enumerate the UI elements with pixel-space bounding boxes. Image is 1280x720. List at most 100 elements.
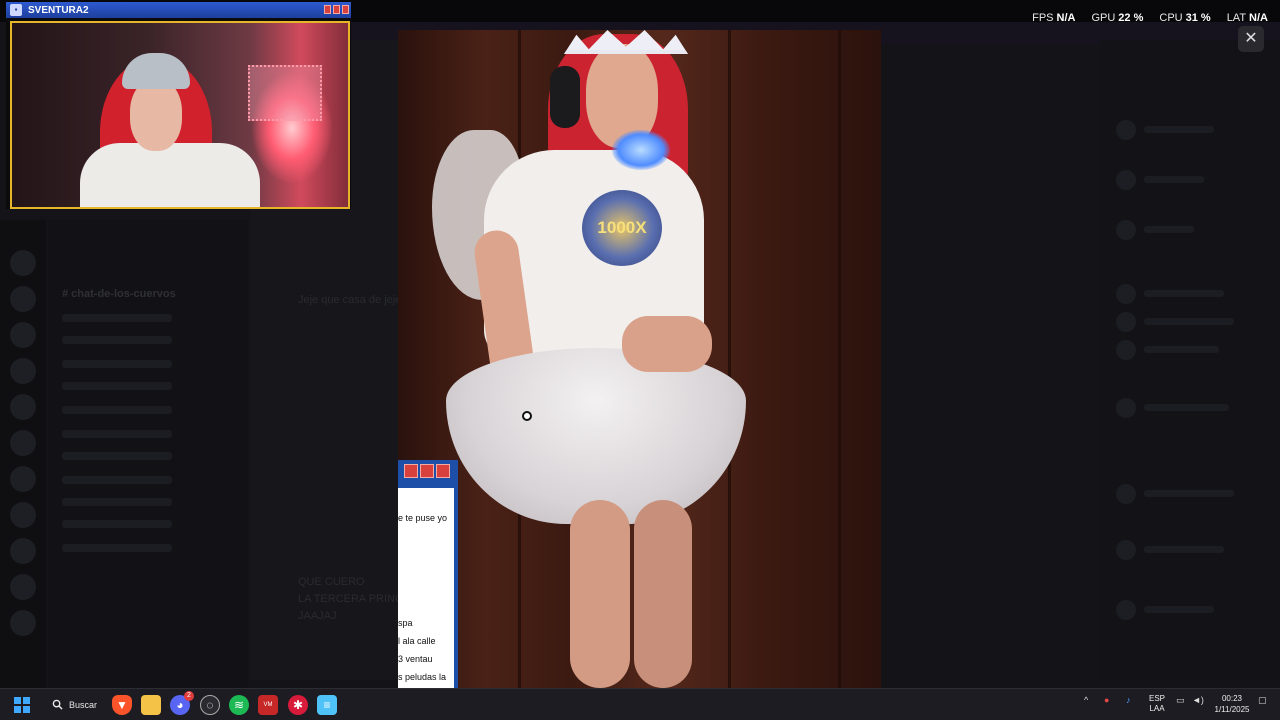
member-avatar (1116, 170, 1136, 190)
wardrobe-seam (728, 30, 731, 688)
brave-browser-icon[interactable]: ▼ (112, 695, 132, 715)
member-name (1144, 226, 1194, 233)
cpu-stat: CPU 31 % (1159, 12, 1211, 24)
chat-popup-body: e te puse yo spa l ala calle 3 ventau s … (398, 488, 454, 688)
search-icon (52, 699, 63, 712)
close-button[interactable] (436, 464, 450, 478)
member-avatar (1116, 284, 1136, 304)
server-icon (10, 466, 36, 492)
server-icon (10, 250, 36, 276)
clock-date: 1/11/2025 (1214, 705, 1250, 714)
maximize-button[interactable] (333, 5, 340, 14)
channel-item (62, 452, 172, 460)
performance-overlay: FPS N/A GPU 22 % CPU 31 % LAT N/A (1032, 12, 1268, 24)
webcam-titlebar[interactable]: ▪ SVENTURA2 (6, 2, 351, 18)
obs-studio-icon[interactable]: ◌ (200, 695, 220, 715)
notification-bell-icon[interactable]: ▢ (1258, 695, 1267, 706)
gpu-stat: GPU 22 % (1091, 12, 1144, 24)
server-list (0, 220, 46, 688)
close-viewer-button[interactable]: ✕ (1238, 26, 1264, 52)
member-name (1144, 490, 1234, 497)
server-icon (10, 358, 36, 384)
screen: # chat-de-los-cuervos Jeje que casa de j… (0, 0, 1280, 720)
clock[interactable]: 00:23 1/11/2025 (1210, 693, 1254, 715)
channel-title: # chat-de-los-cuervos (62, 288, 176, 300)
image-viewer[interactable]: 1000X (398, 30, 881, 688)
chat-message: Jeje que casa de jeje (298, 294, 402, 306)
person-face (130, 79, 182, 151)
chat-line: spa (398, 618, 413, 628)
channel-item (62, 382, 172, 390)
channel-item (62, 336, 172, 344)
channel-item (62, 360, 172, 368)
member-avatar (1116, 312, 1136, 332)
member-avatar (1116, 120, 1136, 140)
tray-app-icon[interactable]: ● (1104, 695, 1109, 705)
server-icon (10, 502, 36, 528)
search-label: Buscar (69, 700, 98, 710)
server-icon (10, 538, 36, 564)
channel-item (62, 430, 172, 438)
taskbar: Buscar ▼ ◕ 2 ◌ ≋ VM ✱ ≡ ^ ● ♪ ESP LAA ▭ ◄… (0, 688, 1280, 720)
maximize-button[interactable] (420, 464, 434, 478)
file-explorer-icon[interactable] (141, 695, 161, 715)
leg (634, 500, 692, 688)
microphone-icon[interactable]: ♪ (1126, 695, 1131, 705)
network-icon[interactable]: ▭ (1176, 695, 1185, 706)
wall-poster (248, 65, 322, 121)
chat-line: l ala calle (398, 636, 436, 646)
chevron-up-icon[interactable]: ^ (1084, 695, 1088, 705)
notepad-icon[interactable]: ≡ (317, 695, 337, 715)
server-icon (10, 394, 36, 420)
channel-item (62, 544, 172, 552)
server-icon (10, 430, 36, 456)
member-name (1144, 546, 1224, 553)
close-icon: ✕ (1244, 30, 1258, 47)
language-indicator[interactable]: ESP LAA (1146, 694, 1168, 714)
clock-time: 00:23 (1221, 694, 1243, 703)
headphones (550, 66, 580, 128)
webcam-window[interactable]: ▪ SVENTURA2 (6, 2, 351, 209)
member-avatar (1116, 540, 1136, 560)
badge-sign: 1000X (582, 190, 662, 266)
glowing-collar (612, 130, 670, 170)
chat-message: JAAJAJ (298, 610, 337, 622)
channel-item (62, 314, 172, 322)
member-name (1144, 606, 1214, 613)
webcam-feed (10, 21, 350, 209)
minimize-button[interactable] (324, 5, 331, 14)
fps-stat: FPS N/A (1032, 12, 1076, 24)
member-avatar (1116, 398, 1136, 418)
member-avatar (1116, 220, 1136, 240)
hands (622, 316, 712, 372)
member-name (1144, 176, 1204, 183)
server-icon (10, 610, 36, 636)
close-button[interactable] (342, 5, 349, 14)
voicemeeter-icon[interactable]: VM (258, 695, 278, 715)
keyboard-layout: LAA (1149, 704, 1165, 713)
notification-badge: 2 (184, 691, 194, 701)
channel-item (62, 498, 172, 506)
windows-start-icon[interactable] (12, 695, 32, 715)
chat-message: LA TERCERA PRINC (298, 593, 403, 605)
webcam-window-title: SVENTURA2 (28, 4, 89, 16)
wardrobe-seam (838, 30, 841, 688)
chat-popup-window[interactable]: e te puse yo spa l ala calle 3 ventau s … (398, 460, 458, 688)
zoom-cursor-icon (522, 411, 532, 421)
app-icon: ▪ (10, 4, 22, 16)
member-name (1144, 290, 1224, 297)
minimize-button[interactable] (404, 464, 418, 478)
member-name (1144, 126, 1214, 133)
chat-popup-titlebar[interactable] (398, 464, 458, 486)
language-code: ESP (1148, 694, 1165, 703)
spotify-icon[interactable]: ≋ (229, 695, 249, 715)
channel-item (62, 406, 172, 414)
member-avatar (1116, 600, 1136, 620)
discord-icon[interactable]: ◕ 2 (170, 691, 194, 715)
member-avatar (1116, 484, 1136, 504)
taskbar-search[interactable]: Buscar (44, 695, 105, 715)
leg (570, 500, 630, 688)
streamlabs-icon[interactable]: ✱ (288, 695, 308, 715)
volume-icon[interactable]: ◄) (1192, 695, 1204, 705)
server-icon (10, 574, 36, 600)
